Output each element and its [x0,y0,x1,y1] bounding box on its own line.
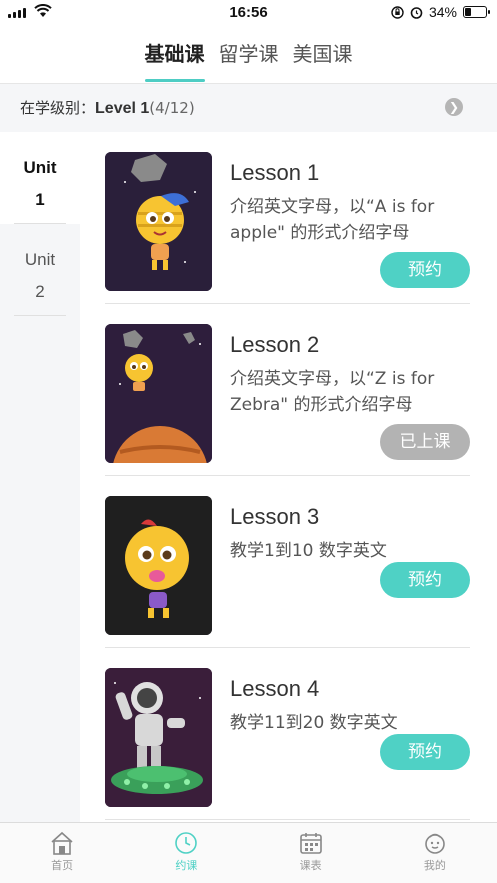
lesson-card[interactable]: Lesson 1 介绍英文字母，以“A is for apple" 的形式介绍字… [105,132,470,304]
lesson-title: Lesson 2 [230,332,320,357]
lesson-card[interactable]: Lesson 3 教学1到10 数字英文 预约 [105,476,470,648]
lesson-description: 介绍英文字母，以“Z is for Zebra" 的形式介绍字母 [230,369,435,415]
lesson-description: 教学1到10 数字英文 [230,541,387,561]
lesson-description: 介绍英文字母，以“A is for apple" 的形式介绍字母 [230,197,435,243]
lesson-thumbnail [105,496,212,635]
home-icon [51,831,73,855]
tab-american-course[interactable]: 美国课 [293,28,353,84]
lesson-thumbnail [105,324,212,463]
clock-icon [175,832,198,854]
unit-sidebar: Unit 1 Unit 2 [0,132,80,822]
bottom-nav: 首页 约课 课表 我的 [0,822,497,883]
nav-label: 我的 [423,859,446,872]
unit-label: Unit [24,250,56,269]
battery-percent: 34% [428,4,457,20]
course-tabs: 基础课 留学课 美国课 [0,28,497,84]
unit-number: 2 [35,282,45,301]
lesson-title: Lesson 1 [230,160,320,185]
nav-label: 约课 [175,859,198,872]
level-prefix: 在学级别： [20,99,96,117]
unit-label: Unit [23,158,57,177]
level-bar[interactable]: 在学级别：Level 1(4/12) ❯ [0,84,497,132]
profile-face-icon [425,833,445,854]
lesson-card[interactable]: Lesson 2 介绍英文字母，以“Z is for Zebra" 的形式介绍字… [105,304,470,476]
lesson-list: Lesson 1 介绍英文字母，以“A is for apple" 的形式介绍字… [80,132,497,822]
nav-label: 首页 [51,859,74,872]
battery-icon [463,6,490,18]
nav-profile[interactable]: 我的 [373,823,497,883]
status-bar: 16:56 34% [0,0,497,28]
lesson-thumbnail [105,668,212,807]
tab-basic-course[interactable]: 基础课 [144,28,205,84]
sidebar-item-unit-2[interactable]: Unit 2 [0,224,80,316]
level-name: Level 1 [95,100,150,117]
book-button[interactable]: 预约 [380,562,470,598]
nav-schedule[interactable]: 课表 [249,823,373,883]
book-button[interactable]: 预约 [380,252,470,288]
calendar-icon [299,833,322,854]
lesson-card[interactable]: Lesson 4 教学11到20 数字英文 预约 [105,648,470,820]
alarm-icon [410,6,423,19]
tab-study-abroad-course[interactable]: 留学课 [219,28,279,84]
chevron-right-icon[interactable]: ❯ [445,98,463,116]
orientation-lock-icon [391,5,404,19]
lesson-description: 教学11到20 数字英文 [230,713,398,733]
attended-button[interactable]: 已上课 [380,424,470,460]
unit-number: 1 [35,190,45,209]
lesson-title: Lesson 3 [230,504,320,529]
nav-book-class[interactable]: 约课 [124,823,248,883]
book-button[interactable]: 预约 [380,734,470,770]
nav-home[interactable]: 首页 [0,823,124,883]
sidebar-item-unit-1[interactable]: Unit 1 [0,132,80,224]
level-count: (4/12) [149,99,195,117]
lesson-title: Lesson 4 [230,676,320,701]
lesson-thumbnail [105,152,212,291]
nav-label: 课表 [299,859,322,872]
